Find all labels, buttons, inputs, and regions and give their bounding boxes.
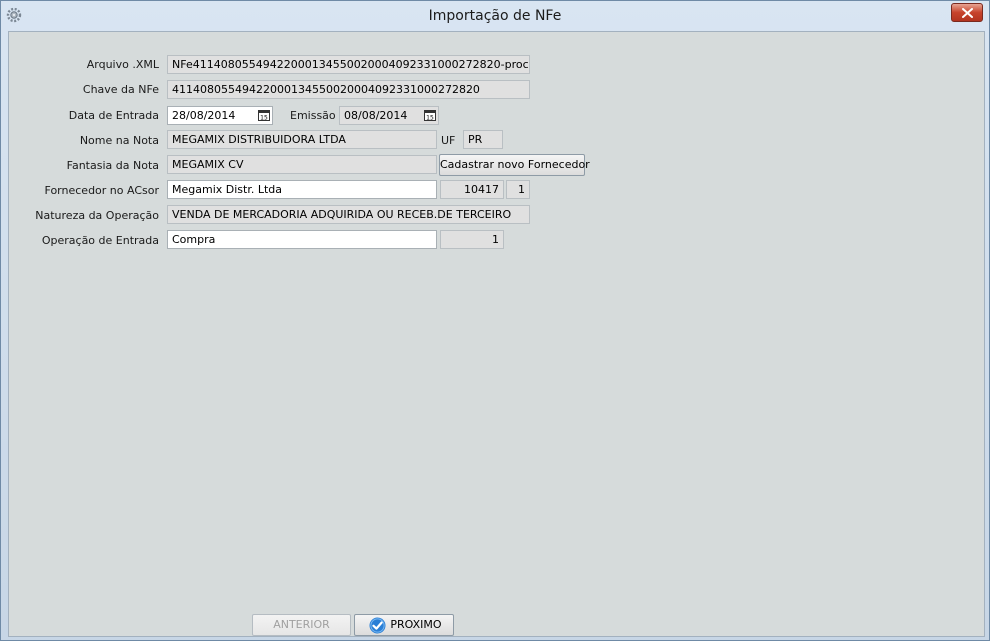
- cadastrar-fornecedor-button[interactable]: Cadastrar novo Fornecedor: [439, 154, 590, 176]
- operacao-entrada-code-field[interactable]: 1: [440, 230, 504, 249]
- chave-nfe-field[interactable]: 4114080554942200013455002000409233100027…: [167, 80, 530, 99]
- emissao-field[interactable]: 08/08/2014 15: [339, 106, 439, 125]
- natureza-label: Natureza da Operação: [35, 209, 159, 222]
- emissao-label: Emissão: [290, 109, 336, 122]
- navigation-bar: ANTERIOR PROXIMO: [9, 612, 984, 636]
- fornecedor-label: Fornecedor no ACsor: [44, 184, 159, 197]
- anterior-label: ANTERIOR: [273, 618, 330, 631]
- svg-text:15: 15: [426, 115, 434, 122]
- data-entrada-field[interactable]: 28/08/2014 15: [167, 106, 273, 125]
- fantasia-nota-field[interactable]: MEGAMIX CV: [167, 155, 437, 174]
- fornecedor-code-field[interactable]: 10417: [440, 180, 504, 199]
- svg-text:15: 15: [260, 115, 268, 122]
- form-panel: Arquivo .XML NFe411408055494220001345500…: [8, 31, 985, 637]
- calendar-icon[interactable]: 15: [424, 109, 436, 122]
- operacao-entrada-label: Operação de Entrada: [41, 234, 159, 247]
- uf-label: UF: [441, 134, 456, 147]
- fornecedor-seq-field[interactable]: 1: [506, 180, 530, 199]
- window-title: Importação de NFe: [428, 8, 562, 24]
- proximo-button[interactable]: PROXIMO: [354, 614, 454, 636]
- calendar-icon[interactable]: 15: [258, 109, 270, 122]
- arquivo-xml-label: Arquivo .XML: [86, 58, 159, 71]
- close-button[interactable]: [951, 3, 983, 22]
- fornecedor-field[interactable]: Megamix Distr. Ltda: [167, 180, 437, 199]
- fantasia-nota-label: Fantasia da Nota: [66, 159, 159, 172]
- emissao-value: 08/08/2014: [344, 109, 408, 122]
- title-bar[interactable]: Importação de NFe: [1, 1, 989, 31]
- check-circle-icon: [369, 617, 386, 634]
- proximo-label: PROXIMO: [390, 618, 442, 631]
- data-entrada-value: 28/08/2014: [172, 109, 236, 122]
- uf-field[interactable]: PR: [463, 130, 503, 149]
- nome-nota-field[interactable]: MEGAMIX DISTRIBUIDORA LTDA: [167, 130, 437, 149]
- natureza-field[interactable]: VENDA DE MERCADORIA ADQUIRIDA OU RECEB.D…: [167, 205, 530, 224]
- nome-nota-label: Nome na Nota: [79, 134, 159, 147]
- chave-nfe-label: Chave da NFe: [82, 83, 159, 96]
- arquivo-xml-field[interactable]: NFe4114080554942200013455002000409233100…: [167, 55, 530, 74]
- operacao-entrada-field[interactable]: Compra: [167, 230, 437, 249]
- close-icon: [962, 8, 973, 18]
- app-window: Importação de NFe Arquivo .XML NFe411408…: [0, 0, 990, 641]
- anterior-button[interactable]: ANTERIOR: [252, 614, 351, 636]
- data-entrada-label: Data de Entrada: [68, 109, 159, 122]
